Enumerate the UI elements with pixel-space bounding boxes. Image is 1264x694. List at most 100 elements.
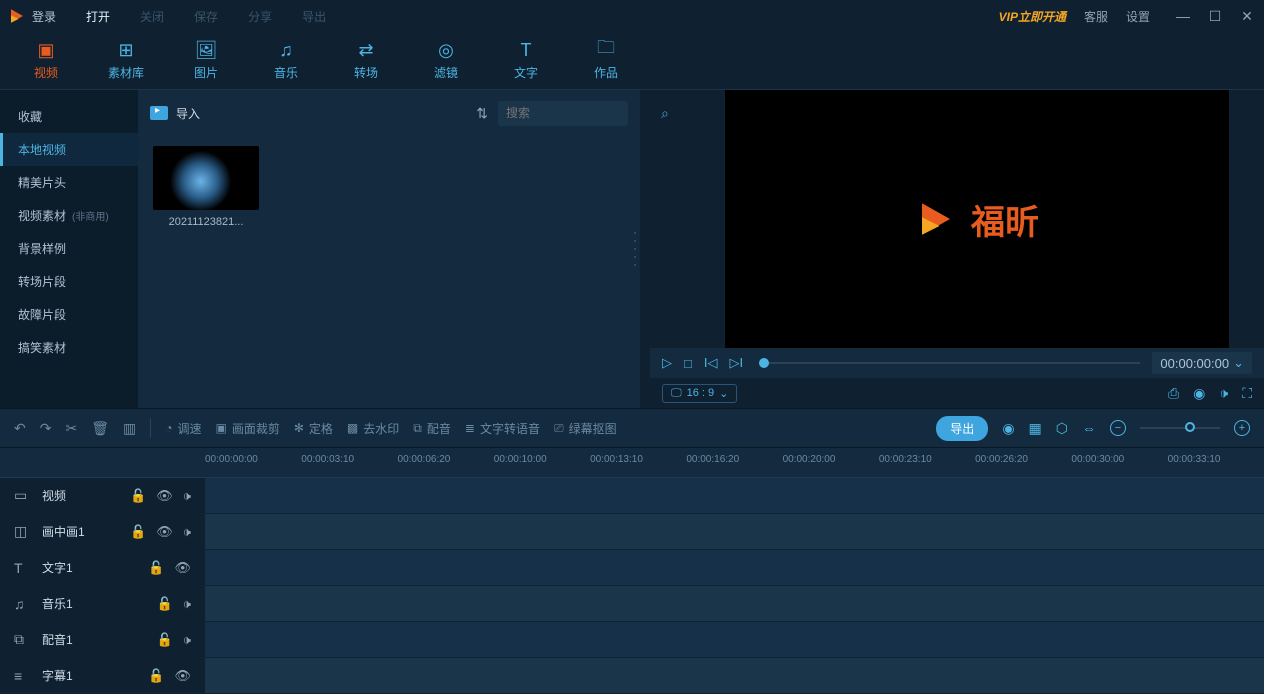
lock-icon[interactable]: 🔓 — [148, 560, 164, 576]
aspect-ratio-selector[interactable]: 🖵 16 : 9 ⌄ — [662, 384, 737, 403]
sidebar-fine[interactable]: 精美片头 — [0, 166, 138, 199]
playback-knob[interactable] — [759, 358, 769, 368]
lock-icon[interactable]: 🔓 — [157, 632, 173, 648]
sidebar-glitch[interactable]: 故障片段 — [0, 298, 138, 331]
speaker-icon[interactable]: 🕩 — [183, 632, 191, 648]
tab-text[interactable]: T文字 — [495, 32, 557, 89]
zoom-in-button[interactable]: + — [1234, 420, 1250, 436]
track-body[interactable] — [205, 478, 1264, 513]
snapshot-button[interactable]: ⎙ — [1168, 385, 1179, 402]
tab-image[interactable]: 🖼图片 — [175, 32, 237, 89]
service-link[interactable]: 客服 — [1084, 8, 1108, 25]
settings-link[interactable]: 设置 — [1126, 8, 1150, 25]
volume-button[interactable]: 🕩 — [1219, 385, 1228, 402]
watermark-button[interactable]: ▩去水印 — [347, 420, 399, 437]
undo-button[interactable]: ↶ — [14, 420, 26, 437]
video-icon: ▣ — [35, 40, 57, 60]
eye-icon[interactable]: 👁 — [156, 488, 173, 504]
tab-library[interactable]: ⊞素材库 — [95, 32, 157, 89]
resize-handle[interactable] — [634, 229, 638, 269]
grid-button[interactable]: ▦ — [1029, 420, 1042, 437]
tab-video[interactable]: ▣视频 — [15, 32, 77, 89]
zoom-knob[interactable] — [1185, 422, 1195, 432]
login-link[interactable]: 登录 — [32, 8, 56, 25]
search-icon[interactable]: ⌕ — [661, 105, 669, 122]
eye-icon[interactable]: 👁 — [156, 524, 173, 540]
speaker-icon[interactable]: 🕩 — [183, 524, 191, 540]
play-button[interactable]: ▷ — [662, 355, 672, 371]
tab-project[interactable]: 🗀作品 — [575, 32, 637, 89]
lock-icon[interactable]: 🔓 — [148, 668, 164, 684]
speaker-icon[interactable]: 🕩 — [183, 596, 191, 612]
ruler-tick: 00:00:26:20 — [975, 448, 1071, 477]
dub-track-icon: ⧉ — [14, 631, 32, 648]
export-button[interactable]: 导出 — [936, 416, 988, 441]
tab-transition[interactable]: ⇄转场 — [335, 32, 397, 89]
rotate-button[interactable]: ◉ — [1193, 385, 1205, 402]
fit-button[interactable]: ⇔ — [1082, 420, 1096, 436]
menu-export: 导出 — [302, 8, 326, 25]
menu-open[interactable]: 打开 — [86, 8, 110, 25]
crop-button[interactable]: ▣画面裁剪 — [215, 420, 279, 437]
lock-icon[interactable]: 🔓 — [157, 596, 173, 612]
sidebar-material[interactable]: 视频素材(非商用) — [0, 199, 138, 232]
ruler-tick: 00:00:30:00 — [1071, 448, 1167, 477]
cut-button[interactable]: ✂ — [65, 420, 77, 437]
logo-icon — [8, 7, 26, 25]
track-body[interactable] — [205, 514, 1264, 549]
stop-button[interactable]: □ — [684, 356, 692, 371]
tab-music[interactable]: ♫音乐 — [255, 32, 317, 89]
sidebar-transition[interactable]: 转场片段 — [0, 265, 138, 298]
search-box[interactable]: ⌕ — [498, 101, 628, 126]
app-logo[interactable]: 登录 — [8, 7, 56, 25]
import-button[interactable]: 导入 — [150, 105, 200, 122]
lock-icon[interactable]: 🔓 — [130, 524, 146, 540]
shield-button[interactable]: ⬡ — [1056, 420, 1068, 437]
media-item[interactable]: 20211123821... — [153, 146, 259, 228]
minimize-button[interactable]: — — [1174, 7, 1192, 25]
delete-button[interactable]: 🗑 — [91, 420, 109, 437]
color-button[interactable]: ◉ — [1002, 420, 1014, 437]
split-button[interactable]: ▥ — [123, 420, 136, 437]
next-frame-button[interactable]: ▷I — [729, 355, 743, 371]
freeze-button[interactable]: ✻定格 — [294, 420, 333, 437]
maximize-button[interactable]: ☐ — [1206, 7, 1224, 25]
playback-slider[interactable] — [759, 362, 1140, 364]
track-music: ♫ 音乐1 🔓🕩 — [0, 586, 1264, 622]
search-input[interactable] — [506, 106, 661, 120]
asset-tabs: ▣视频 ⊞素材库 🖼图片 ♫音乐 ⇄转场 ◎滤镜 T文字 🗀作品 — [0, 32, 1264, 90]
dub-icon: ⧉ — [413, 421, 422, 436]
dub-button[interactable]: ⧉配音 — [413, 420, 451, 437]
eye-icon[interactable]: 👁 — [174, 668, 191, 684]
track-body[interactable] — [205, 622, 1264, 657]
record-button[interactable]: ⎚绿幕抠图 — [554, 420, 617, 437]
sort-button[interactable]: ⇅ — [476, 105, 488, 122]
timeline-ruler[interactable]: 00:00:00:00 00:00:03:10 00:00:06:20 00:0… — [0, 448, 1264, 478]
close-button[interactable]: ✕ — [1238, 7, 1256, 25]
redo-button[interactable]: ↷ — [40, 420, 52, 437]
sidebar-favorites[interactable]: 收藏 — [0, 100, 138, 133]
zoom-slider[interactable] — [1140, 427, 1220, 429]
lock-icon[interactable]: 🔓 — [130, 488, 146, 504]
track-body[interactable] — [205, 586, 1264, 621]
fullscreen-button[interactable]: ⛶ — [1242, 385, 1252, 402]
aspect-bar: 🖵 16 : 9 ⌄ ⎙ ◉ 🕩 ⛶ — [650, 378, 1264, 408]
folder-icon — [150, 106, 168, 120]
track-body[interactable] — [205, 550, 1264, 585]
tab-filter[interactable]: ◎滤镜 — [415, 32, 477, 89]
media-thumbnail[interactable] — [153, 146, 259, 210]
eye-icon[interactable]: 👁 — [174, 560, 191, 576]
sidebar-background[interactable]: 背景样例 — [0, 232, 138, 265]
speed-button[interactable]: ◔调速 — [165, 420, 201, 437]
sidebar-funny[interactable]: 搞笑素材 — [0, 331, 138, 364]
vip-link[interactable]: VIP立即开通 — [999, 8, 1066, 25]
zoom-out-button[interactable]: − — [1110, 420, 1126, 436]
prev-frame-button[interactable]: I◁ — [704, 355, 718, 371]
tts-button[interactable]: ≣文字转语音 — [465, 420, 540, 437]
timecode-dropdown-icon[interactable]: ⌄ — [1233, 355, 1244, 371]
preview-window[interactable]: 福昕 — [725, 90, 1229, 348]
track-body[interactable] — [205, 658, 1264, 693]
separator — [150, 418, 151, 438]
sidebar-local[interactable]: 本地视频 — [0, 133, 138, 166]
speaker-icon[interactable]: 🕩 — [183, 488, 191, 504]
